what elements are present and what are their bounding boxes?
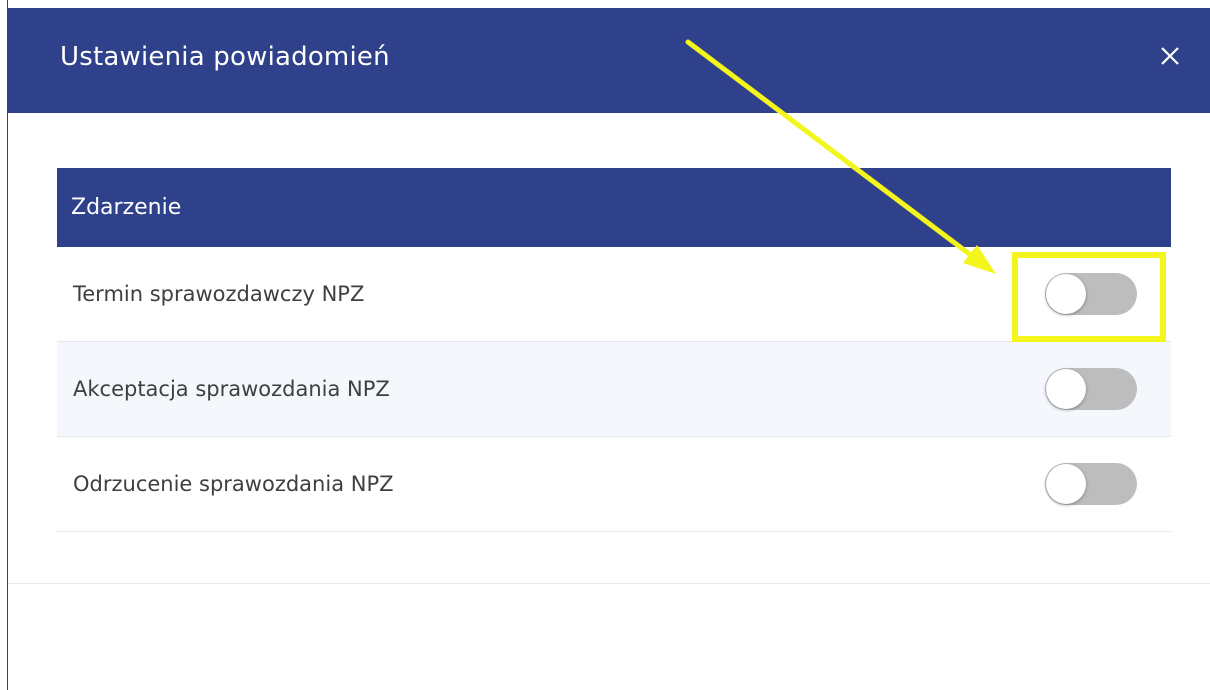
- table-row: Akceptacja sprawozdania NPZ: [57, 342, 1171, 437]
- notification-settings-dialog: Ustawienia powiadomień Zdarzenie Termin …: [0, 0, 1210, 690]
- event-label: Termin sprawozdawczy NPZ: [73, 282, 365, 306]
- toggle-akceptacja-sprawozdania[interactable]: [1045, 368, 1137, 410]
- toggle-knob: [1046, 369, 1086, 409]
- toggle-knob: [1046, 464, 1086, 504]
- table-row: Odrzucenie sprawozdania NPZ: [57, 437, 1171, 532]
- toggle-odrzucenie-sprawozdania[interactable]: [1045, 463, 1137, 505]
- column-header-event: Zdarzenie: [71, 195, 182, 220]
- close-button[interactable]: [1150, 36, 1190, 76]
- footer-divider: [8, 583, 1210, 584]
- table-header: Zdarzenie: [57, 168, 1171, 247]
- events-table: Zdarzenie Termin sprawozdawczy NPZ Akcep…: [57, 168, 1171, 532]
- event-label: Odrzucenie sprawozdania NPZ: [73, 472, 394, 496]
- toggle-knob: [1046, 274, 1086, 314]
- dialog-title: Ustawienia powiadomień: [60, 42, 390, 72]
- table-row: Termin sprawozdawczy NPZ: [57, 247, 1171, 342]
- close-icon: [1161, 47, 1179, 65]
- dialog-header: Ustawienia powiadomień: [8, 8, 1210, 113]
- toggle-termin-sprawozdawczy[interactable]: [1045, 273, 1137, 315]
- event-label: Akceptacja sprawozdania NPZ: [73, 377, 390, 401]
